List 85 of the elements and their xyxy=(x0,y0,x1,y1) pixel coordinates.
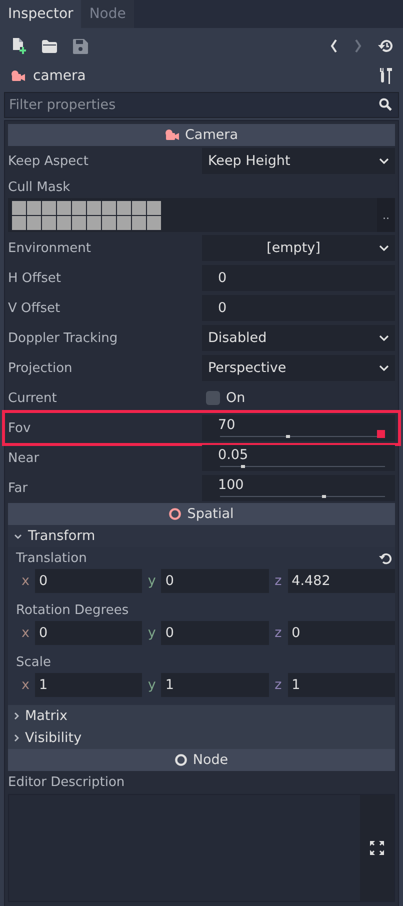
layer-cell[interactable] xyxy=(132,200,146,214)
group-header[interactable]: Transform xyxy=(8,525,395,547)
layer-cell[interactable] xyxy=(57,216,71,230)
layer-cell[interactable] xyxy=(12,200,26,214)
revert-icon[interactable] xyxy=(379,552,392,564)
caret-icon xyxy=(379,245,389,251)
layer-cell[interactable] xyxy=(27,216,41,230)
layer-cell[interactable] xyxy=(87,216,101,230)
property-label: Near xyxy=(8,450,40,466)
chevron-right-icon xyxy=(14,712,19,720)
new-file-icon[interactable] xyxy=(12,38,26,54)
vector-field[interactable]: z 1 xyxy=(268,673,395,697)
slider-field[interactable]: 0.05 xyxy=(202,445,395,471)
slider-thumb[interactable] xyxy=(286,435,290,438)
property-label: Translation xyxy=(16,550,87,566)
layer-cell[interactable] xyxy=(12,216,26,230)
layer-cell[interactable] xyxy=(57,200,71,214)
property-label: Current xyxy=(8,390,58,406)
vector-field[interactable]: x 0 xyxy=(16,621,142,645)
layer-cell[interactable] xyxy=(132,216,146,230)
vector-field[interactable]: z 0 xyxy=(268,621,395,645)
vector-field[interactable]: y 0 xyxy=(142,569,269,593)
layer-cell[interactable] xyxy=(102,216,116,230)
dropdown[interactable]: Keep Height xyxy=(202,148,395,174)
number-field[interactable]: 0 xyxy=(202,265,395,291)
history-icon[interactable] xyxy=(378,39,393,53)
caret-icon xyxy=(379,365,389,371)
chevron-down-icon xyxy=(14,534,22,538)
dropdown[interactable]: [empty] xyxy=(202,235,395,261)
object-name: camera xyxy=(33,68,86,84)
caret-icon xyxy=(379,335,389,341)
tools-icon[interactable] xyxy=(379,68,393,84)
category-title: Node xyxy=(192,752,228,768)
property-label: Rotation Degrees xyxy=(16,602,129,618)
property-label: Far xyxy=(8,480,29,496)
layer-cell[interactable] xyxy=(102,200,116,214)
save-icon[interactable] xyxy=(73,38,88,54)
layer-cell[interactable] xyxy=(117,200,131,214)
camera-icon xyxy=(11,70,25,82)
dropdown[interactable]: Disabled xyxy=(202,325,395,351)
property-label: Editor Description xyxy=(8,774,126,790)
expand-icon xyxy=(370,841,384,855)
search-icon[interactable] xyxy=(379,98,392,111)
layer-cell[interactable] xyxy=(72,200,86,214)
slider-thumb[interactable] xyxy=(322,495,326,498)
layer-cell[interactable] xyxy=(42,216,56,230)
group-header[interactable]: Matrix xyxy=(8,705,395,727)
folder-icon[interactable] xyxy=(42,40,57,52)
slider-thumb[interactable] xyxy=(241,465,246,468)
slider-field[interactable]: 100 xyxy=(202,475,395,501)
checkbox-label: On xyxy=(226,390,246,406)
property-label: Environment xyxy=(8,240,92,256)
property-label: Projection xyxy=(8,360,74,376)
layer-cell[interactable] xyxy=(147,216,161,230)
group-header[interactable]: Visibility xyxy=(8,727,395,749)
layer-cell[interactable] xyxy=(147,200,161,214)
property-label: Doppler Tracking xyxy=(8,330,119,346)
property-label: H Offset xyxy=(8,270,62,286)
grabber-handle[interactable] xyxy=(377,430,385,438)
vector-field[interactable]: y 0 xyxy=(142,621,269,645)
vector-field[interactable]: x 1 xyxy=(16,673,142,697)
property-label: Cull Mask xyxy=(8,180,72,194)
layer-cell[interactable] xyxy=(87,200,101,214)
category-title: Camera xyxy=(185,127,238,143)
checkbox[interactable] xyxy=(206,391,220,405)
property-label: Scale xyxy=(16,654,51,670)
tab[interactable]: Inspector xyxy=(0,0,82,28)
vector-field[interactable]: z 4.482 xyxy=(268,569,395,593)
number-field[interactable]: 0 xyxy=(202,295,395,321)
chevron-right-icon xyxy=(14,734,19,742)
caret-icon xyxy=(379,158,389,164)
vector-field[interactable]: y 1 xyxy=(142,673,269,697)
layer-cell[interactable] xyxy=(117,216,131,230)
filter-field[interactable]: Filter properties xyxy=(4,92,399,118)
property-label: V Offset xyxy=(8,300,62,316)
layer-cell[interactable] xyxy=(72,216,86,230)
slider-field[interactable]: 70 xyxy=(202,415,395,441)
layer-cell[interactable] xyxy=(27,200,41,214)
property-label: Keep Aspect xyxy=(8,154,90,168)
category-title: Spatial xyxy=(187,506,234,522)
dropdown[interactable]: Perspective xyxy=(202,355,395,381)
property-label: Fov xyxy=(8,420,32,436)
layer-cell[interactable] xyxy=(42,200,56,214)
more-button[interactable]: .. xyxy=(377,198,395,232)
vector-field[interactable]: x 0 xyxy=(16,569,142,593)
